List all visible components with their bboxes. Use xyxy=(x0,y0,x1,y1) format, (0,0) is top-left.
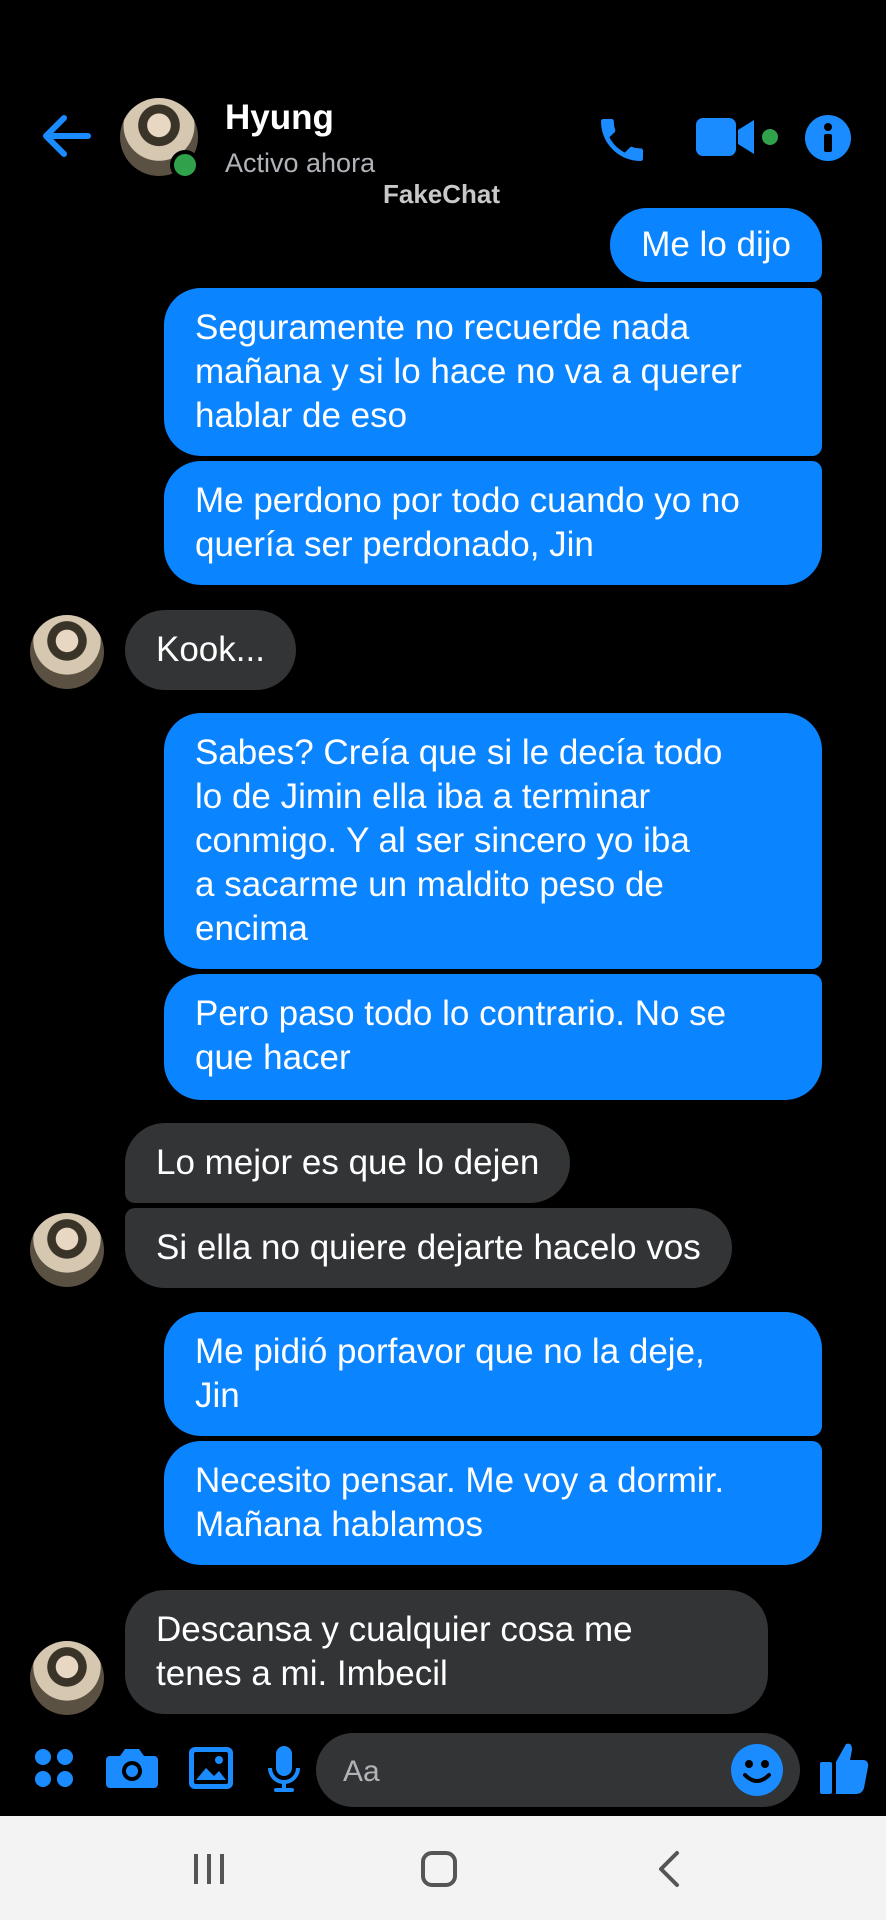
back-arrow-icon[interactable] xyxy=(40,112,92,160)
message-bubble-outgoing[interactable]: Pero paso todo lo contrario. No se que h… xyxy=(164,974,822,1100)
info-icon[interactable] xyxy=(804,114,852,162)
contact-name[interactable]: Hyung xyxy=(225,98,334,138)
contact-status: Activo ahora xyxy=(225,148,376,178)
message-bubble-incoming[interactable]: Si ella no quiere dejarte hacelo vos xyxy=(125,1208,732,1288)
message-bubble-incoming[interactable]: Descansa y cualquier cosa me tenes a mi.… xyxy=(125,1590,768,1714)
nav-back-icon[interactable] xyxy=(656,1850,682,1888)
apps-grid-icon[interactable] xyxy=(34,1748,74,1788)
emoji-icon[interactable] xyxy=(730,1743,784,1797)
message-bubble-incoming[interactable]: Lo mejor es que lo dejen xyxy=(125,1123,571,1203)
contact-avatar-small xyxy=(30,1641,104,1715)
message-input-placeholder: Aa xyxy=(343,1755,380,1788)
camera-icon[interactable] xyxy=(106,1746,158,1790)
message-input[interactable] xyxy=(316,1733,800,1807)
video-camera-icon[interactable] xyxy=(696,114,778,162)
message-bubble-outgoing[interactable]: Me lo dijo xyxy=(610,208,822,282)
phone-icon[interactable] xyxy=(594,112,650,168)
image-icon[interactable] xyxy=(188,1746,234,1790)
message-bubble-outgoing[interactable]: Me perdono por todo cuando yo no quería … xyxy=(164,461,822,585)
message-bubble-incoming[interactable]: Kook... xyxy=(125,610,296,690)
system-nav-bar xyxy=(0,1816,886,1920)
watermark: FakeChat xyxy=(383,179,501,209)
thumbs-up-icon[interactable] xyxy=(818,1740,870,1796)
header: Hyung Activo ahora FakeChat xyxy=(0,0,886,209)
microphone-icon[interactable] xyxy=(266,1744,302,1794)
message-bubble-outgoing[interactable]: Me pidió porfavor que no la deje, Jin xyxy=(164,1312,822,1436)
message-bubble-outgoing[interactable]: Seguramente no recuerde nada mañana y si… xyxy=(164,288,822,456)
contact-avatar-small xyxy=(30,1213,104,1287)
message-bubble-outgoing[interactable]: Sabes? Creía que si le decía todo lo de … xyxy=(164,713,822,969)
home-icon[interactable] xyxy=(420,1850,458,1888)
message-bubble-outgoing[interactable]: Necesito pensar. Me voy a dormir. Mañana… xyxy=(164,1441,822,1565)
contact-avatar-small xyxy=(30,615,104,689)
online-indicator xyxy=(170,150,200,180)
recent-apps-icon[interactable] xyxy=(192,1852,226,1886)
